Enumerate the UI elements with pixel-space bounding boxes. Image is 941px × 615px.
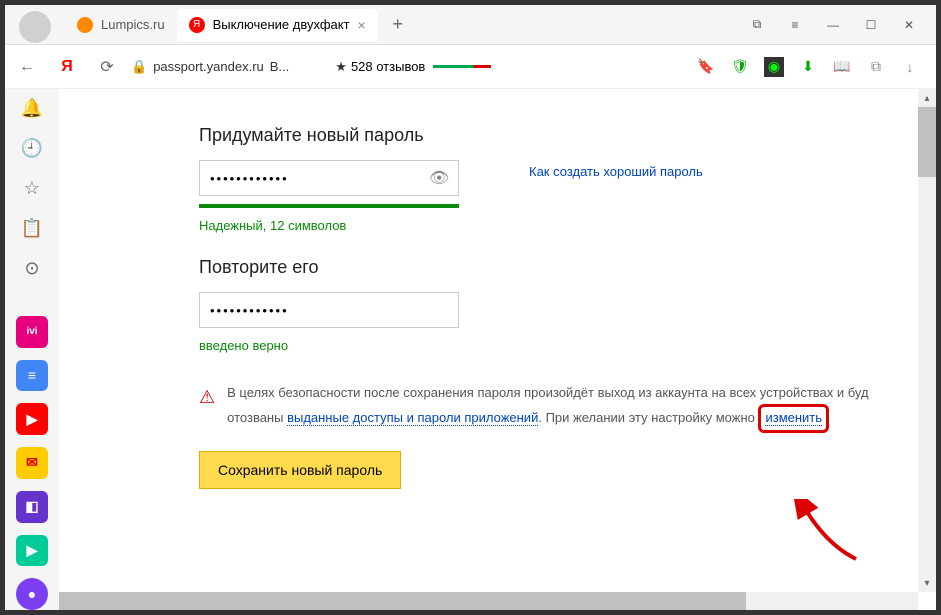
favicon-lumpics (77, 17, 93, 33)
window-controls: ⧉ ≡ — ☐ ✕ (748, 17, 936, 32)
app-ivi[interactable]: ivi (16, 316, 48, 348)
download-icon[interactable]: ↓ (900, 57, 920, 77)
scroll-down-icon[interactable]: ▾ (918, 574, 936, 592)
passwords-match-label: введено верно (199, 338, 936, 353)
tab-active[interactable]: Я Выключение двухфакт × (177, 9, 378, 41)
app-docs[interactable]: ≡ (16, 360, 48, 392)
close-window-icon[interactable]: ✕ (900, 18, 918, 32)
change-link-highlight: изменить (758, 404, 829, 433)
address-bar[interactable]: 🔒 passport.yandex.ru В... (131, 59, 289, 75)
app-purple[interactable]: ◧ (16, 491, 48, 523)
new-password-title: Придумайте новый пароль (199, 125, 936, 146)
adblock-icon[interactable]: ◉ (764, 57, 784, 77)
home-button[interactable]: Я (51, 51, 83, 83)
minimize-icon[interactable]: — (824, 18, 842, 32)
collections-sidebar-icon[interactable]: 📋 (18, 214, 46, 242)
tab-label: Lumpics.ru (101, 17, 165, 32)
reviews-text: 528 отзывов (351, 59, 425, 74)
page-content: Придумайте новый пароль 👁 Как создать хо… (59, 89, 936, 610)
warning-line-2b: . При желании эту настройку можно (538, 410, 758, 425)
menu-icon[interactable]: ≡ (786, 18, 804, 32)
star-icon: ★ (335, 59, 347, 75)
close-tab-icon[interactable]: × (358, 17, 366, 33)
collections-icon[interactable]: ⧉ (748, 17, 766, 32)
favorites-icon[interactable]: ☆ (18, 175, 46, 203)
vertical-scrollbar[interactable]: ▴ ▾ (918, 89, 936, 592)
issued-access-link[interactable]: выданные доступы и пароли приложений (287, 410, 538, 426)
show-password-icon[interactable]: 👁 (429, 168, 449, 188)
lock-icon: 🔒 (131, 59, 147, 75)
address-bar-row: ← Я ⟳ 🔒 passport.yandex.ru В... ★ 528 от… (5, 45, 936, 89)
shield-icon[interactable]: 🛡 (730, 57, 750, 77)
save-password-button[interactable]: Сохранить новый пароль (199, 451, 401, 489)
notifications-icon[interactable]: 🔔 (18, 95, 46, 123)
bookmark-icon[interactable]: 🔖 (696, 57, 716, 77)
tabs-bar: Lumpics.ru Я Выключение двухфакт × + ⧉ ≡… (5, 5, 936, 45)
annotation-arrow (786, 499, 876, 569)
extensions-icon[interactable]: ⧉ (866, 57, 886, 77)
repeat-password-title: Повторите его (199, 257, 936, 278)
reviews-bar (433, 65, 491, 68)
favicon-yandex: Я (189, 17, 205, 33)
scroll-thumb-v[interactable] (918, 107, 936, 177)
media-icon[interactable]: ⊙ (18, 254, 46, 282)
app-mail[interactable]: ✉ (16, 447, 48, 479)
tab-label: Выключение двухфакт (213, 17, 350, 32)
password-tips-link[interactable]: Как создать хороший пароль (529, 164, 703, 179)
warning-icon: ⚠ (199, 383, 215, 433)
scroll-up-icon[interactable]: ▴ (918, 89, 936, 107)
reload-button[interactable]: ⟳ (91, 51, 123, 83)
reviews-widget[interactable]: ★ 528 отзывов (335, 59, 425, 75)
tab-inactive[interactable]: Lumpics.ru (65, 9, 177, 41)
change-setting-link[interactable]: изменить (765, 410, 822, 426)
toolbar-icons: 🔖 🛡 ◉ ⬇ 📖 ⧉ ↓ (696, 57, 930, 77)
maximize-icon[interactable]: ☐ (862, 18, 880, 32)
security-warning: ⚠ В целях безопасности после сохранения … (199, 383, 936, 433)
download-manager-icon[interactable]: ⬇ (798, 57, 818, 77)
app-youtube[interactable]: ▶ (16, 403, 48, 435)
horizontal-scrollbar[interactable] (59, 592, 918, 610)
history-icon[interactable]: 🕘 (18, 135, 46, 163)
scroll-thumb-h[interactable] (59, 592, 746, 610)
warning-line-2a: отозваны (227, 410, 287, 425)
new-tab-button[interactable]: + (384, 11, 412, 39)
back-button[interactable]: ← (11, 51, 43, 83)
user-avatar[interactable] (19, 11, 51, 43)
reader-icon[interactable]: 📖 (832, 57, 852, 77)
left-sidebar: 🔔 🕘 ☆ 📋 ⊙ ivi ≡ ▶ ✉ ◧ ▶ ● (5, 89, 59, 610)
app-alice[interactable]: ● (16, 578, 48, 610)
new-password-input[interactable] (199, 160, 459, 196)
repeat-password-input[interactable] (199, 292, 459, 328)
url-host: passport.yandex.ru (153, 59, 264, 74)
url-path: В... (270, 59, 290, 74)
password-strength-bar (199, 204, 459, 208)
password-strength-label: Надежный, 12 символов (199, 218, 936, 233)
app-teal[interactable]: ▶ (16, 535, 48, 567)
warning-line-1: В целях безопасности после сохранения па… (227, 385, 868, 400)
warning-text: В целях безопасности после сохранения па… (227, 383, 868, 433)
